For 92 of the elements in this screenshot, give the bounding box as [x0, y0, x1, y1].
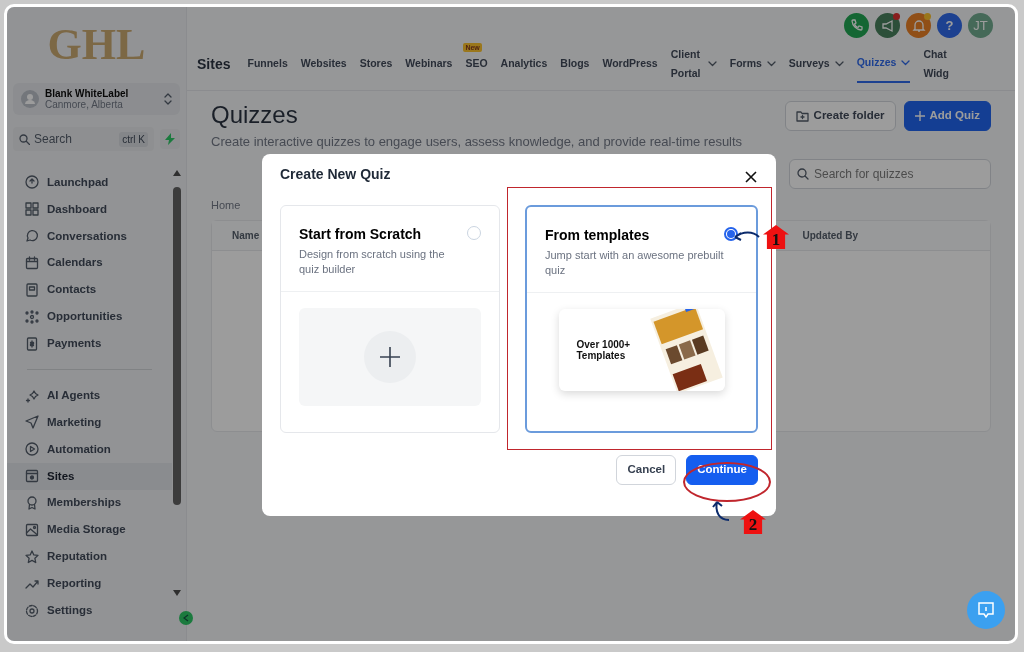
- call-button[interactable]: [844, 13, 869, 38]
- play-circle-icon: [25, 442, 39, 457]
- contact-card-icon: [25, 282, 39, 297]
- page-subtitle: Create interactive quizzes to engage users, assess knowledge, and provide real-time results: [211, 132, 743, 151]
- continue-button[interactable]: Continue: [686, 454, 758, 485]
- grid-icon: [25, 202, 39, 217]
- option-title: Start from Scratch: [299, 224, 423, 244]
- cancel-button[interactable]: Cancel: [616, 454, 677, 485]
- gear-icon: [25, 604, 39, 618]
- scroll-up-icon[interactable]: [172, 169, 182, 177]
- plus-icon: [914, 111, 925, 121]
- nav-tab[interactable]: Webinars: [405, 45, 453, 83]
- nav-tab[interactable]: Chat Widg: [923, 45, 952, 83]
- scroll-down-icon[interactable]: [172, 589, 182, 597]
- nav-tab[interactable]: Stores: [359, 45, 393, 83]
- nav-tab[interactable]: Quizzes: [856, 45, 911, 83]
- image-icon: [25, 522, 39, 537]
- dots-cluster-icon: [25, 309, 39, 324]
- search-label: Search: [34, 131, 73, 148]
- announcements-button[interactable]: [875, 13, 900, 38]
- sidebar-item[interactable]: Marketing: [7, 408, 172, 436]
- plus-icon: [379, 345, 401, 368]
- ribbon-icon: [25, 496, 39, 510]
- option-description: Jump start with an awesome prebuilt quiz: [545, 247, 724, 279]
- create-folder-button[interactable]: Create folder: [784, 101, 896, 131]
- megaphone-icon: [880, 18, 895, 33]
- close-icon: [745, 171, 757, 184]
- nav-tab[interactable]: Client Portal: [670, 45, 717, 83]
- sidebar-item[interactable]: Dashboard: [7, 195, 172, 223]
- chat-info-icon: [977, 601, 995, 619]
- calendar-icon: [25, 256, 39, 271]
- notifications-button[interactable]: [906, 13, 931, 38]
- search-field[interactable]: Search for quizzes: [789, 159, 991, 190]
- sidebar-item[interactable]: Contacts: [7, 276, 172, 304]
- nav-tab[interactable]: Surveys: [788, 45, 844, 83]
- column-header: Updated By: [802, 228, 858, 243]
- nav-tab[interactable]: Forms: [729, 45, 776, 83]
- sidebar-item[interactable]: Media Storage: [7, 516, 172, 544]
- logo: GHL: [46, 19, 147, 71]
- support-chat-button[interactable]: [967, 591, 1005, 629]
- option-title: From templates: [545, 225, 651, 245]
- nav-tab[interactable]: Blogs: [560, 45, 590, 83]
- bell-icon: [911, 18, 926, 33]
- sidebar-item[interactable]: Payments: [7, 330, 172, 358]
- nav-tab[interactable]: Funnels: [247, 45, 288, 83]
- sidebar-item[interactable]: Launchpad: [7, 169, 172, 196]
- sidebar-item[interactable]: Sites: [7, 462, 172, 490]
- chevron-up-down-icon: [164, 93, 172, 105]
- phone-icon: [849, 18, 864, 33]
- option-card[interactable]: Start from Scratch Design from scratch using the quiz builder: [280, 204, 500, 433]
- nav-tab[interactable]: Analytics: [500, 45, 548, 83]
- dialog-title: Create New Quiz: [280, 166, 391, 183]
- browser-window-icon: [25, 469, 39, 484]
- nav-tab[interactable]: WordPress: [602, 45, 658, 83]
- section-title: Sites: [197, 54, 231, 74]
- quick-action-button[interactable]: [160, 129, 180, 149]
- account-switcher[interactable]: Blank WhiteLabel Canmore, Alberta: [13, 83, 180, 115]
- user-icon: [21, 90, 39, 108]
- collapse-sidebar-button[interactable]: [179, 611, 193, 625]
- notification-dot: [924, 13, 931, 20]
- add-quiz-button[interactable]: Add Quiz: [903, 101, 991, 131]
- sidebar-item[interactable]: Automation: [7, 435, 172, 463]
- chevron-left-icon: [183, 614, 189, 622]
- search-icon: [19, 133, 30, 145]
- star-icon: [25, 549, 39, 564]
- scrollbar-thumb[interactable]: [173, 187, 181, 505]
- folder-plus-icon: [795, 110, 809, 122]
- launchpad-icon: [25, 175, 39, 190]
- send-icon: [25, 415, 39, 430]
- help-button[interactable]: ?: [937, 13, 962, 38]
- sidebar-item[interactable]: Calendars: [7, 249, 172, 277]
- preview-caption: Over 1000+ Templates: [575, 338, 632, 361]
- sidebar-item[interactable]: Opportunities: [7, 303, 172, 331]
- page-title: Quizzes: [211, 101, 299, 130]
- search-icon: [797, 168, 809, 181]
- notification-dot: [893, 13, 900, 20]
- lightning-icon: [165, 133, 175, 145]
- option-description: Design from scratch using the quiz builder: [299, 246, 446, 278]
- sidebar-search[interactable]: Search ctrl K: [13, 127, 154, 151]
- sidebar-item[interactable]: Reporting: [7, 570, 172, 598]
- receipt-icon: [25, 336, 39, 351]
- breadcrumb[interactable]: Home: [211, 197, 241, 214]
- chat-bubble-icon: [25, 229, 39, 244]
- shortcut-hint: ctrl K: [119, 131, 148, 147]
- sidebar-item[interactable]: AI Agents: [7, 382, 172, 409]
- nav-tab[interactable]: Websites: [300, 45, 347, 83]
- sidebar-item[interactable]: Reputation: [7, 543, 172, 571]
- option-card[interactable]: From templates Jump start with an awesome prebuilt quiz Over 1000+ Templates: [525, 204, 758, 433]
- sidebar-item[interactable]: Conversations: [7, 222, 172, 250]
- column-header: Name: [232, 228, 260, 243]
- radio-button[interactable]: [724, 226, 738, 241]
- sparkle-icon: [25, 388, 39, 403]
